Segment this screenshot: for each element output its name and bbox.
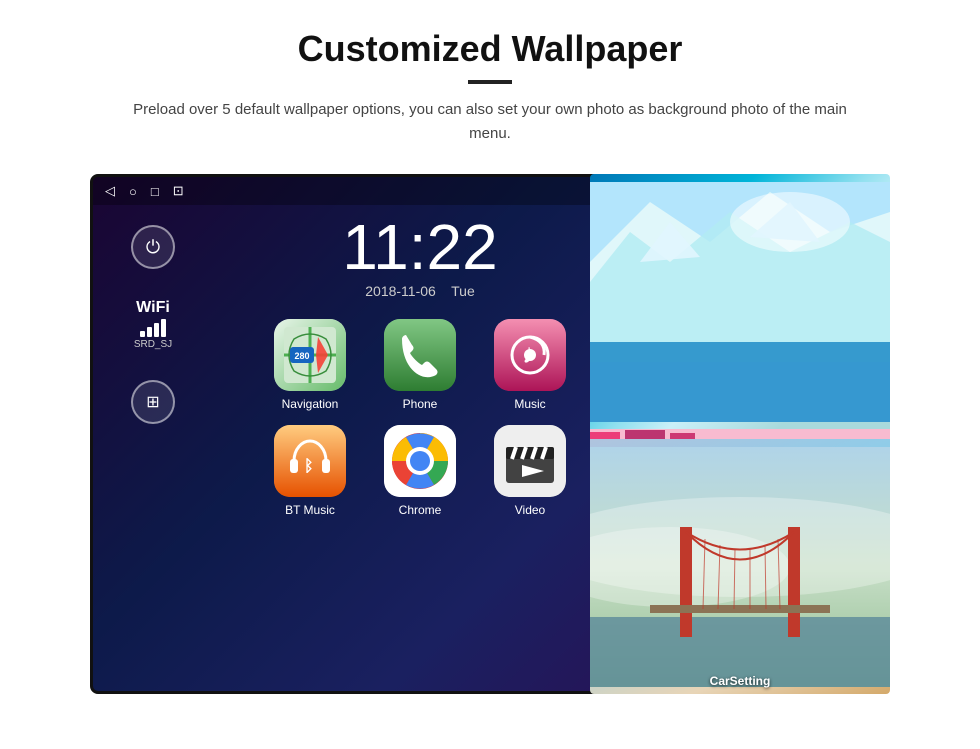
wallpaper-thumb-bottom[interactable]: CarSetting (590, 439, 890, 694)
app-icon-chrome (384, 425, 456, 497)
app-label-video: Video (515, 503, 545, 517)
app-icon-phone (384, 319, 456, 391)
app-label-music: Music (514, 397, 545, 411)
device-center: 11:22 2018-11-06 Tue (213, 205, 627, 691)
app-icon-music: ♪ (494, 319, 566, 391)
recents-icon[interactable]: □ (151, 184, 159, 199)
app-grid: 280 Navigation (265, 319, 575, 517)
apps-button[interactable]: ⊞ (131, 380, 175, 424)
wifi-label: WiFi (134, 299, 172, 317)
power-icon: ⏻ (146, 237, 160, 258)
clock-display: 11:22 2018-11-06 Tue (342, 215, 497, 299)
app-item-navigation[interactable]: 280 Navigation (274, 319, 346, 411)
device-wrapper: ◁ ○ □ ⊡ ◈ ▾ 11:22 (90, 174, 890, 694)
svg-text:ᛒ: ᛒ (304, 458, 314, 475)
carsetting-label: CarSetting (590, 674, 890, 688)
screenshot-icon[interactable]: ⊡ (173, 183, 184, 199)
app-label-chrome: Chrome (399, 503, 442, 517)
svg-text:♪: ♪ (522, 338, 536, 369)
power-button[interactable]: ⏻ (131, 225, 175, 269)
app-item-music[interactable]: ♪ Music (494, 319, 566, 411)
grid-icon: ⊞ (146, 392, 159, 412)
home-icon[interactable]: ○ (129, 184, 137, 199)
page-header: Customized Wallpaper Preload over 5 defa… (0, 0, 980, 156)
wifi-bars (134, 319, 172, 337)
app-item-video[interactable]: Video (494, 425, 566, 517)
wifi-bar-1 (140, 331, 145, 337)
page: Customized Wallpaper Preload over 5 defa… (0, 0, 980, 694)
device-sidebar: ⏻ WiFi SRD_SJ (93, 205, 213, 691)
wifi-bar-4 (161, 319, 166, 337)
page-title: Customized Wallpaper (60, 28, 920, 70)
svg-text:280: 280 (294, 351, 309, 361)
wallpaper-thumb-top[interactable] (590, 174, 890, 429)
app-item-btmusic[interactable]: ᛒ BT Music (274, 425, 346, 517)
title-divider (468, 80, 512, 84)
app-label-phone: Phone (403, 397, 438, 411)
app-icon-navigation: 280 (274, 319, 346, 391)
app-label-btmusic: BT Music (285, 503, 335, 517)
wifi-widget[interactable]: WiFi SRD_SJ (134, 299, 172, 350)
status-left: ◁ ○ □ ⊡ (105, 183, 184, 199)
content-area: ◁ ○ □ ⊡ ◈ ▾ 11:22 (0, 156, 980, 694)
app-icon-video (494, 425, 566, 497)
app-item-chrome[interactable]: Chrome (384, 425, 456, 517)
wallpaper-thumb-middle (590, 429, 890, 439)
clock-time: 11:22 (342, 215, 497, 279)
app-icon-btmusic: ᛒ (274, 425, 346, 497)
page-subtitle: Preload over 5 default wallpaper options… (120, 98, 860, 146)
back-icon[interactable]: ◁ (105, 183, 115, 199)
wifi-bar-2 (147, 327, 152, 337)
wallpaper-thumbnails: CarSetting (590, 174, 890, 694)
app-label-navigation: Navigation (282, 397, 339, 411)
wifi-bar-3 (154, 323, 159, 337)
app-item-phone[interactable]: Phone (384, 319, 456, 411)
clock-day-value: Tue (451, 283, 475, 299)
clock-date-value: 2018-11-06 (365, 283, 436, 299)
wifi-ssid: SRD_SJ (134, 339, 172, 350)
clock-date: 2018-11-06 Tue (342, 283, 497, 299)
